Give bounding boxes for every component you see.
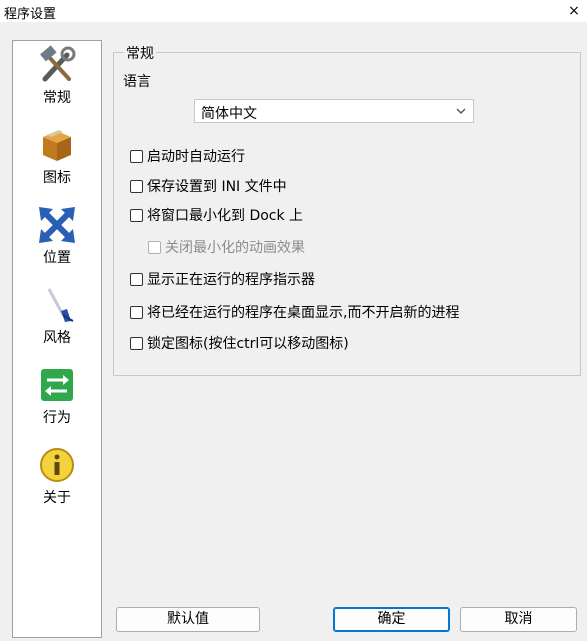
move-arrows-icon xyxy=(39,207,75,243)
title-bar: 程序设置 × xyxy=(0,0,587,22)
checkbox[interactable] xyxy=(130,272,143,286)
switch-arrows-icon xyxy=(41,369,73,401)
checkbox-lock-icons[interactable]: 锁定图标(按住ctrl可以移动图标) xyxy=(130,333,349,353)
ok-button[interactable]: 确定 xyxy=(333,607,450,632)
sidebar-item-style[interactable]: 风格 xyxy=(13,285,101,363)
checkbox[interactable] xyxy=(130,179,143,193)
defaults-button[interactable]: 默认值 xyxy=(116,607,260,632)
sidebar-item-behavior[interactable]: 行为 xyxy=(13,365,101,443)
checkbox-show-running-app[interactable]: 将已经在运行的程序在桌面显示,而不开启新的进程 xyxy=(130,302,459,322)
close-button[interactable]: × xyxy=(561,0,587,22)
window-title: 程序设置 xyxy=(4,7,57,22)
sidebar-item-position[interactable]: 位置 xyxy=(13,205,101,283)
sidebar-item-general[interactable]: 常规 xyxy=(13,45,101,123)
checkbox-autostart[interactable]: 启动时自动运行 xyxy=(130,146,245,166)
checkbox-label: 将窗口最小化到 Dock 上 xyxy=(147,208,304,224)
box-icon xyxy=(43,130,71,161)
language-label: 语言 xyxy=(123,74,151,90)
sidebar-item-label: 图标 xyxy=(43,170,71,186)
checkbox[interactable] xyxy=(130,208,143,222)
checkbox-label: 显示正在运行的程序指示器 xyxy=(147,272,315,288)
checkbox[interactable] xyxy=(130,149,143,163)
sidebar-item-icons[interactable]: 图标 xyxy=(13,125,101,203)
sidebar-item-label: 关于 xyxy=(43,490,71,506)
checkbox-minimize-to-dock[interactable]: 将窗口最小化到 Dock 上 xyxy=(130,205,303,225)
brush-icon xyxy=(47,288,74,322)
sidebar-item-label: 位置 xyxy=(43,250,71,266)
settings-sidebar: 常规 图标 位置 风格 行为 关于 xyxy=(12,40,102,638)
sidebar-item-about[interactable]: 关于 xyxy=(13,445,101,523)
checkbox-label: 启动时自动运行 xyxy=(147,149,245,165)
sidebar-item-label: 风格 xyxy=(43,330,71,346)
cancel-button[interactable]: 取消 xyxy=(460,607,577,632)
language-select[interactable]: 简体中文 xyxy=(194,99,474,123)
checkbox-save-ini[interactable]: 保存设置到 INI 文件中 xyxy=(130,176,287,196)
checkbox[interactable] xyxy=(148,240,161,254)
checkbox-running-indicator[interactable]: 显示正在运行的程序指示器 xyxy=(130,269,315,289)
checkbox-label: 将已经在运行的程序在桌面显示,而不开启新的进程 xyxy=(147,305,460,321)
info-icon xyxy=(40,448,74,482)
checkbox[interactable] xyxy=(130,336,143,350)
checkbox-disable-minimize-animation[interactable]: 关闭最小化的动画效果 xyxy=(148,237,305,257)
checkbox-label: 保存设置到 INI 文件中 xyxy=(147,179,287,195)
chevron-down-icon xyxy=(456,108,466,114)
checkbox-label: 关闭最小化的动画效果 xyxy=(165,240,305,256)
language-select-value: 简体中文 xyxy=(201,106,257,122)
checkbox[interactable] xyxy=(130,305,143,319)
sidebar-item-label: 常规 xyxy=(43,90,71,106)
group-title: 常规 xyxy=(124,43,156,63)
tools-icon xyxy=(40,45,76,82)
checkbox-label: 锁定图标(按住ctrl可以移动图标) xyxy=(147,336,349,352)
sidebar-item-label: 行为 xyxy=(43,410,71,426)
